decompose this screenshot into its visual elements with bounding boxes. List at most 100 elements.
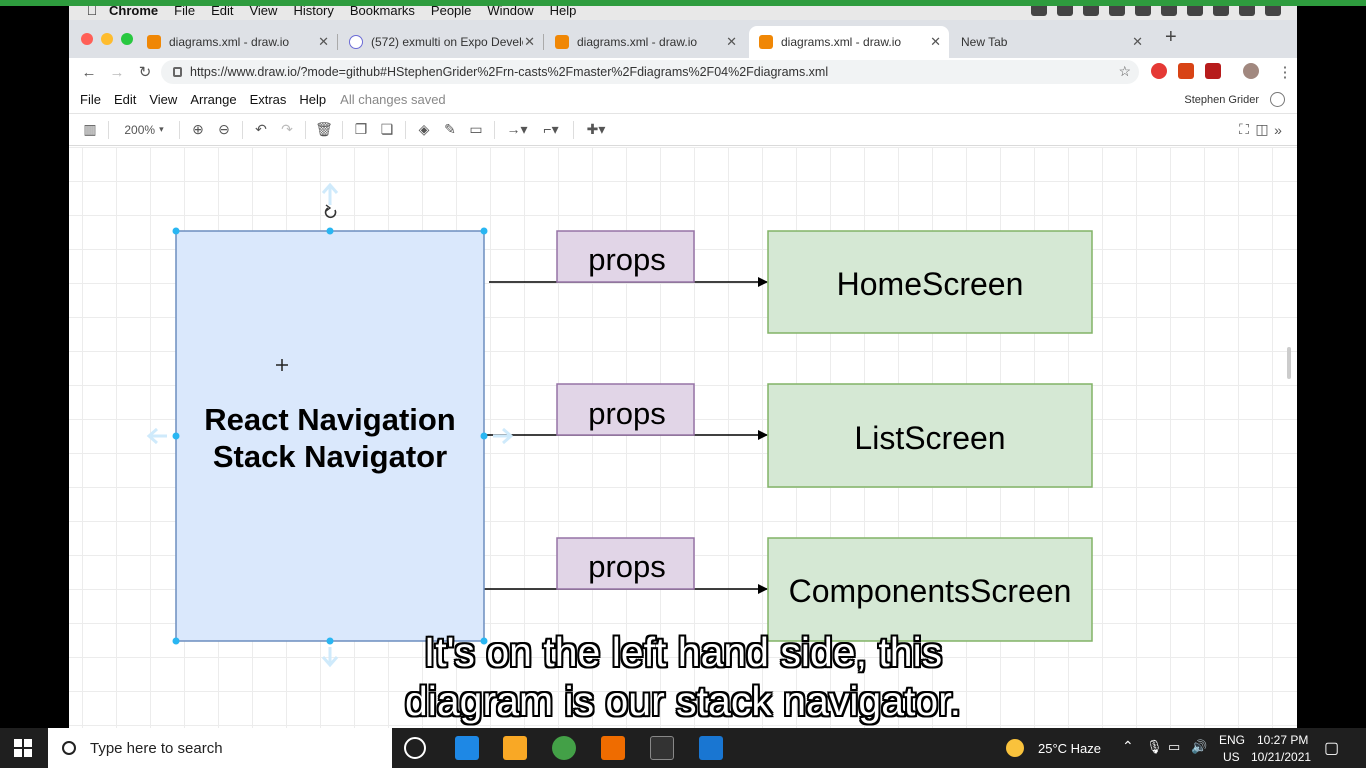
language-region[interactable]: US [1223,750,1240,764]
close-tab-icon[interactable]: ✕ [1132,34,1143,50]
zoom-value: 200% [124,122,156,137]
undo-icon[interactable]: ↶ [248,120,274,140]
insert-plus-icon[interactable]: ✚▾ [579,120,613,140]
tab-title: diagrams.xml - draw.io [577,35,698,49]
toolbar-divider [405,120,406,139]
to-front-icon[interactable]: ❐ [348,120,374,140]
toolbar-divider [179,120,180,139]
drawio-menu-arrange[interactable]: Arrange [190,92,236,107]
zoom-out-icon[interactable]: ⊖ [211,120,237,140]
redo-icon[interactable]: ↷ [274,120,300,140]
drawio-menu-view[interactable]: View [149,92,177,107]
expo-favicon-icon [349,35,363,49]
props-label: props [588,242,666,277]
close-window-button[interactable] [81,33,93,45]
navigator-label-line2: Stack Navigator [213,439,447,474]
forward-button[interactable]: → [109,64,125,81]
top-green-strip [0,0,1366,6]
tab-expo[interactable]: (572) exmulti on Expo Develop ✕ [339,26,544,58]
zoom-in-icon[interactable]: ⊕ [185,120,211,140]
drawio-menu-extras[interactable]: Extras [250,92,287,107]
save-status: All changes saved [340,92,446,107]
to-back-icon[interactable]: ❏ [374,120,400,140]
tab-strip: diagrams.xml - draw.io ✕ (572) exmulti o… [69,20,1297,58]
lock-icon [173,67,182,77]
address-bar[interactable]: https://www.draw.io/?mode=github#HStephe… [161,60,1139,84]
delete-icon[interactable]: 🗑 [311,120,337,140]
battery-tray-icon[interactable]: ▭ [1168,739,1180,755]
shadow-icon[interactable]: ▭ [463,120,489,140]
bookmark-star-icon[interactable]: ☆ [1118,63,1131,80]
minimize-window-button[interactable] [101,33,113,45]
components-screen-label: ComponentsScreen [789,573,1072,609]
extension-ublock-icon[interactable] [1205,63,1221,79]
line-color-icon[interactable]: ✎ [437,120,463,140]
volume-icon[interactable]: 🔊 [1191,739,1207,755]
clock-date[interactable]: 10/21/2021 [1251,750,1311,764]
microphone-icon[interactable]: 🎙 [1146,739,1163,755]
close-tab-icon[interactable]: ✕ [726,34,737,50]
props-label: props [588,396,666,431]
zoom-select[interactable]: 200% ▾ [114,123,174,137]
back-button[interactable]: ← [81,64,97,81]
toolbar-divider [305,120,306,139]
format-panel-icon[interactable]: ▥ [77,120,103,140]
tab-title: diagrams.xml - draw.io [781,35,902,49]
new-tab-button[interactable]: + [1165,26,1177,49]
collapse-toolbar-icon[interactable]: » [1265,120,1291,140]
search-icon [62,741,76,755]
tab-drawio-1[interactable]: diagrams.xml - draw.io ✕ [137,26,338,58]
chrome-menu-icon[interactable]: ⋮ [1277,63,1293,81]
cortana-icon[interactable] [404,737,426,759]
left-border [0,0,69,728]
tab-new-tab[interactable]: New Tab ✕ [951,26,1151,58]
weather-moon-icon[interactable] [1006,739,1024,757]
vertical-scrollbar[interactable] [1287,347,1291,379]
drawio-toolbar: ▥ 200% ▾ ⊕ ⊖ ↶ ↷ 🗑 ❐ ❏ ◈ ✎ ▭ →▾ ⌐▾ ✚▾ ⛶ ◫… [69,114,1297,146]
close-tab-icon[interactable]: ✕ [318,34,329,50]
mail-app-icon[interactable] [455,736,479,760]
rotate-handle-icon[interactable] [324,204,337,219]
url-text[interactable]: https://www.draw.io/?mode=github#HStephe… [190,65,828,79]
chevron-up-icon[interactable]: ⌃ [1122,738,1134,755]
terminal-app-icon[interactable] [650,736,674,760]
props-label: props [588,549,666,584]
toolbar-divider [494,120,495,139]
notifications-icon[interactable]: ▢ [1324,738,1339,758]
close-tab-icon[interactable]: ✕ [930,34,941,50]
toolbar-divider [573,120,574,139]
language-globe-icon[interactable] [1270,92,1285,107]
waypoints-icon[interactable]: ⌐▾ [534,120,568,140]
tab-drawio-active[interactable]: diagrams.xml - draw.io ✕ [749,26,949,58]
tab-drawio-2[interactable]: diagrams.xml - draw.io ✕ [545,26,745,58]
vlc-app-icon[interactable] [601,736,625,760]
toolbar-divider [108,120,109,139]
drawio-favicon-icon [759,35,773,49]
vscode-app-icon[interactable] [699,736,723,760]
drawio-menu-edit[interactable]: Edit [114,92,136,107]
user-name[interactable]: Stephen Grider [1184,94,1259,106]
connection-icon[interactable]: →▾ [500,120,534,140]
profile-avatar[interactable] [1243,63,1259,79]
windows-taskbar: Type here to search 25°C Haze ⌃ 🎙 ▭ 🔊 EN… [0,728,1366,768]
extension-opera-icon[interactable] [1151,63,1167,79]
fill-color-icon[interactable]: ◈ [411,120,437,140]
language-indicator[interactable]: ENG [1219,733,1245,747]
reload-button[interactable]: ↻ [137,63,153,81]
home-screen-label: HomeScreen [837,266,1024,302]
drawio-menu-file[interactable]: File [80,92,101,107]
close-tab-icon[interactable]: ✕ [524,34,535,50]
maximize-window-button[interactable] [121,33,133,45]
extension-lastpass-icon[interactable] [1178,63,1194,79]
chrome-app-icon[interactable] [552,736,576,760]
taskbar-search[interactable]: Type here to search [48,728,392,768]
toolbar-divider [342,120,343,139]
drawio-menu-help[interactable]: Help [299,92,326,107]
recorded-screen:  Chrome File Edit View History Bookmark… [69,0,1297,728]
clock-time[interactable]: 10:27 PM [1257,733,1308,747]
weather-text[interactable]: 25°C Haze [1038,741,1101,756]
tab-title: diagrams.xml - draw.io [169,35,290,49]
windows-start-icon[interactable] [14,739,32,757]
tab-separator [337,34,338,50]
file-explorer-icon[interactable] [503,736,527,760]
